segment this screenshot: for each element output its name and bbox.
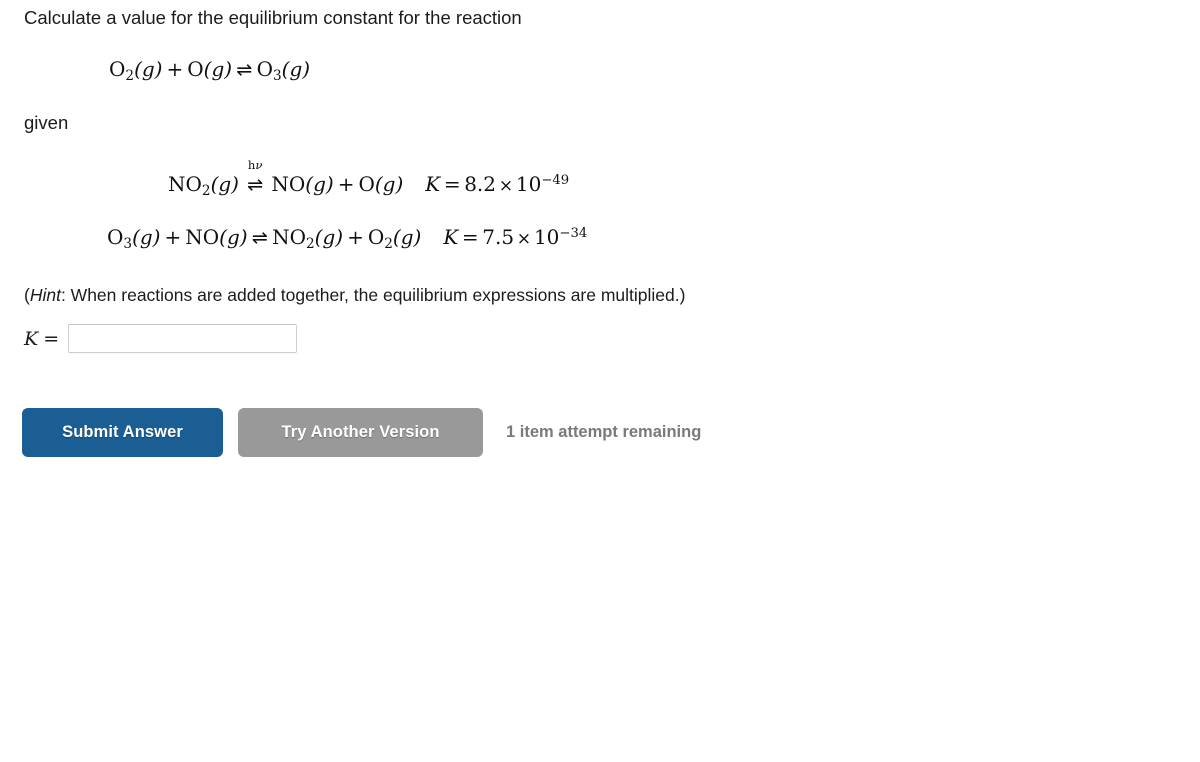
given1-k-base: 10 (515, 172, 542, 196)
given2-product-1: NO (272, 225, 306, 249)
target-plus-operator: + (166, 57, 184, 81)
target-product-1: O (256, 57, 273, 81)
given1-product-2: O (358, 172, 375, 196)
given2-k-symbol: K (443, 225, 459, 249)
given2-product-1-state: (g) (314, 225, 344, 249)
given1-reactant-1: NO (168, 172, 202, 196)
target-reactant-1-subscript: 2 (125, 67, 135, 84)
given1-k-exponent: −49 (541, 173, 570, 189)
given1-reactant-1-subscript: 2 (201, 182, 211, 199)
hint-word: Hint (29, 285, 61, 305)
hint-body: : When reactions are added together, the… (60, 285, 686, 305)
given2-product-1-subscript: 2 (306, 235, 315, 252)
given2-k-base: 10 (533, 225, 560, 249)
equilibrium-arrow-icon: ⇌ (247, 173, 264, 196)
given2-product-2-subscript: 2 (384, 235, 393, 252)
equilibrium-arrow-icon: ⇌ (236, 58, 253, 81)
answer-input[interactable] (68, 324, 298, 353)
target-reactant-2-state: (g) (203, 57, 233, 81)
question-prompt: Calculate a value for the equilibrium co… (24, 7, 522, 28)
given2-equals: = (461, 225, 479, 249)
equilibrium-arrow-icon: ⇌ (251, 226, 268, 249)
given-label: given (24, 112, 69, 133)
given2-reactant-2-state: (g) (219, 225, 248, 249)
given-reaction-2-equation: O3(g) + NO(g) ⇌ NO2(g) + O2(g) K = 7.5 × 10−34 (107, 225, 587, 252)
attempts-remaining-status: 1 item attempt remaining (506, 423, 702, 441)
given1-product-1: NO (271, 172, 306, 196)
photon-label: hν (248, 160, 263, 172)
equilibrium-arrow-with-photon-icon: hν ⇌ (242, 160, 268, 196)
given1-k-mantissa: 8.2 (464, 172, 496, 196)
target-reactant-1: O (109, 57, 126, 81)
photon-nu: ν (255, 158, 263, 173)
given1-equals: = (443, 172, 461, 196)
multiplication-icon: × (498, 176, 514, 196)
given2-reactant-1: O (107, 225, 124, 249)
hint-text: (Hint: When reactions are added together… (24, 283, 685, 307)
multiplication-icon: × (516, 229, 532, 249)
answer-row: K = (24, 324, 298, 353)
answer-k-label: K (24, 327, 39, 350)
target-product-1-state: (g) (281, 57, 311, 81)
given2-reactant-2: NO (185, 225, 220, 249)
target-reaction-equation: O2(g) + O(g) ⇌ O3(g) (109, 57, 310, 84)
given1-plus-operator: + (337, 172, 355, 196)
action-button-bar: Submit Answer Try Another Version 1 item… (22, 408, 701, 457)
submit-answer-button[interactable]: Submit Answer (22, 408, 223, 457)
target-reactant-1-state: (g) (134, 57, 163, 81)
given1-product-1-state: (g) (305, 172, 334, 196)
given2-reactant-1-subscript: 3 (123, 235, 133, 252)
given2-reactant-1-state: (g) (132, 225, 161, 249)
target-product-1-subscript: 3 (273, 67, 282, 84)
given2-product-2-state: (g) (392, 225, 422, 249)
given-reaction-1-equation: NO2(g) hν ⇌ NO(g) + O(g) K = 8.2 × 10−49 (168, 160, 570, 199)
given1-k-symbol: K (425, 172, 441, 196)
given2-k-mantissa: 7.5 (482, 225, 515, 249)
given1-reactant-1-state: (g) (210, 172, 239, 196)
try-another-version-button[interactable]: Try Another Version (238, 408, 483, 457)
given2-k-exponent: −34 (559, 226, 588, 242)
target-reactant-2: O (187, 57, 204, 81)
given2-plus-right-operator: + (347, 225, 364, 249)
answer-equals-sign: = (43, 327, 60, 350)
given2-plus-left-operator: + (164, 225, 182, 249)
given1-product-2-state: (g) (374, 172, 404, 196)
given2-product-2: O (367, 225, 385, 249)
